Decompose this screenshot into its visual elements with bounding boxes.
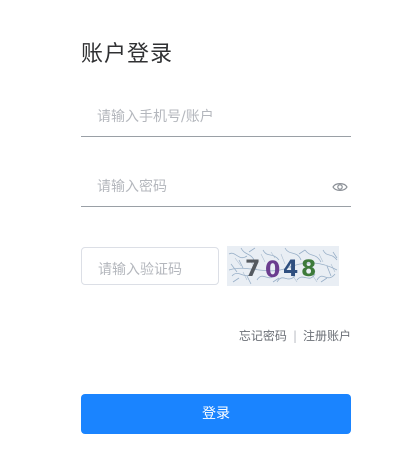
auth-links: 忘记密码 | 注册账户 bbox=[239, 327, 351, 344]
link-separator: | bbox=[292, 329, 297, 343]
account-field[interactable]: 请输入手机号/账户 bbox=[81, 96, 351, 137]
captcha-image[interactable]: 7 0 4 8 bbox=[227, 246, 339, 286]
captcha-char-1: 7 bbox=[245, 257, 260, 282]
captcha-char-3: 4 bbox=[283, 257, 298, 282]
captcha-placeholder: 请输入验证码 bbox=[98, 262, 182, 278]
register-link[interactable]: 注册账户 bbox=[303, 329, 351, 343]
page-title: 账户登录 bbox=[81, 42, 174, 67]
captcha-char-2: 0 bbox=[265, 258, 280, 283]
login-card: 账户登录 请输入手机号/账户 请输入密码 请输入验证码 7 0 4 8 忘记密码… bbox=[81, 0, 351, 450]
account-placeholder: 请输入手机号/账户 bbox=[97, 109, 214, 125]
password-placeholder: 请输入密码 bbox=[97, 179, 167, 195]
password-field[interactable]: 请输入密码 bbox=[81, 166, 351, 207]
login-button[interactable]: 登录 bbox=[81, 394, 351, 434]
captcha-input[interactable]: 请输入验证码 bbox=[81, 247, 219, 285]
captcha-char-4: 8 bbox=[301, 257, 316, 282]
captcha-glyphs: 7 0 4 8 bbox=[245, 257, 316, 283]
eye-icon[interactable] bbox=[332, 178, 348, 191]
forgot-password-link[interactable]: 忘记密码 bbox=[239, 329, 287, 343]
